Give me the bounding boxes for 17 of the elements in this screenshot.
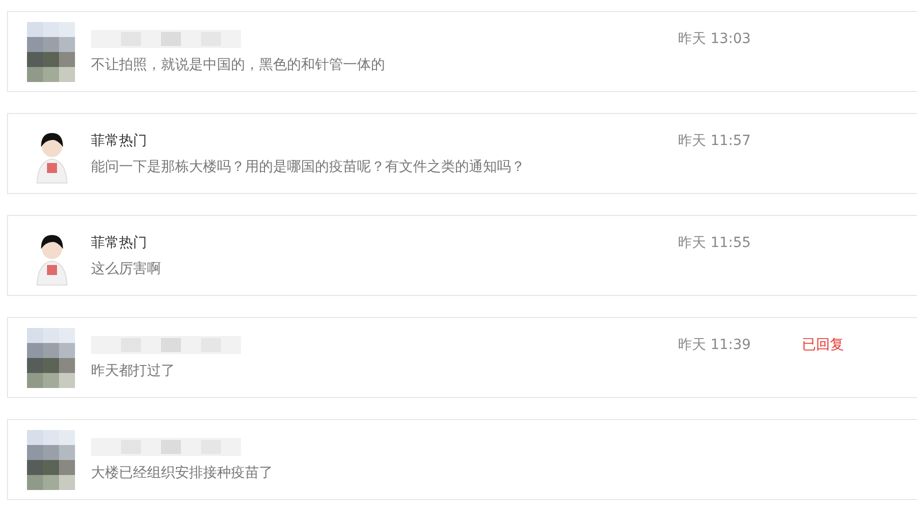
reply-status: 已回复 [802,336,844,354]
message-text: 这么厉害啊 [91,260,162,278]
message-time: 昨天 11:57 [678,132,751,150]
message-text: 昨天都打过了 [91,362,176,380]
message-card[interactable]: 菲常热门 这么厉害啊 昨天 11:55 [7,215,917,296]
message-text: 不让拍照，就说是中国的，黑色的和针管一体的 [91,56,386,74]
message-card[interactable]: 大楼已经组织安排接种疫苗了 [7,419,917,500]
user-name: 菲常热门 [91,132,148,150]
user-name: 菲常热门 [91,234,148,252]
message-time: 昨天 11:55 [678,234,751,252]
message-text: 能问一下是那栋大楼吗？用的是哪国的疫苗呢？有文件之类的通知吗？ [91,158,526,176]
message-card[interactable]: 菲常热门 能问一下是那栋大楼吗？用的是哪国的疫苗呢？有文件之类的通知吗？ 昨天 11:57 [7,113,917,194]
message-text: 大楼已经组织安排接种疫苗了 [91,464,274,482]
message-card[interactable]: 昨天都打过了 昨天 11:39 已回复 [7,317,917,398]
message-card[interactable]: 不让拍照，就说是中国的，黑色的和针管一体的 昨天 13:03 [7,11,917,92]
message-time: 昨天 13:03 [678,30,751,48]
message-time: 昨天 11:39 [678,336,751,354]
